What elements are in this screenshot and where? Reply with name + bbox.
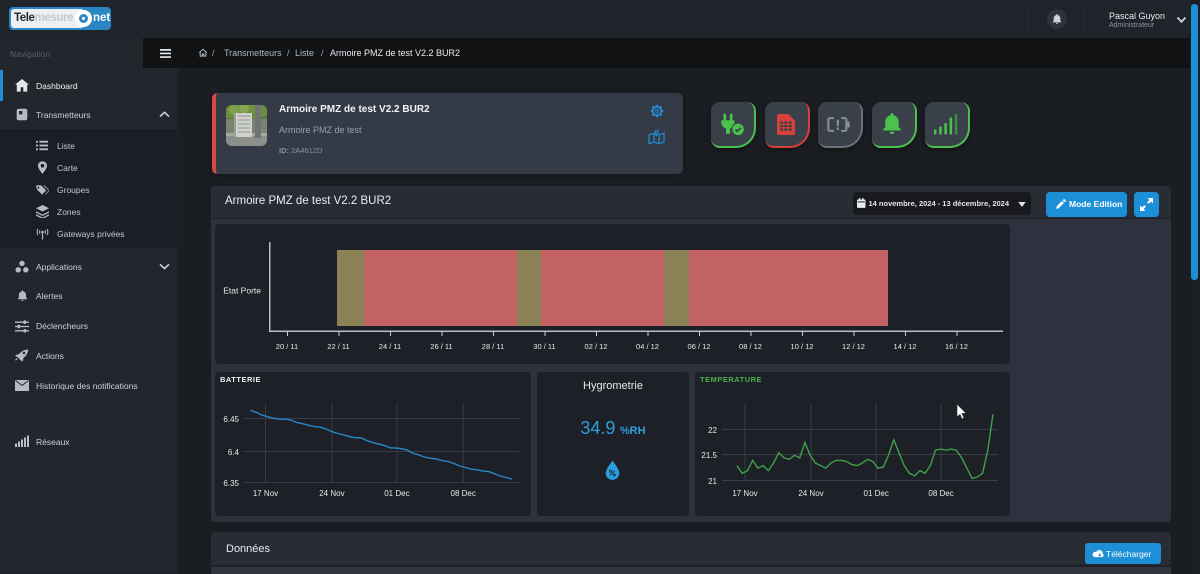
svg-text:08 Dec: 08 Dec xyxy=(451,489,476,498)
svg-text:14 / 12: 14 / 12 xyxy=(894,342,917,351)
svg-text:28 / 11: 28 / 11 xyxy=(482,342,504,351)
svg-text:10 / 12: 10 / 12 xyxy=(791,342,814,351)
svg-text:16 / 12: 16 / 12 xyxy=(945,342,968,351)
svg-text:08 / 12: 08 / 12 xyxy=(739,342,762,351)
svg-text:20 / 11: 20 / 11 xyxy=(276,342,298,351)
svg-text:21.5: 21.5 xyxy=(701,451,717,460)
svg-text:24 Nov: 24 Nov xyxy=(798,489,823,498)
svg-text:06 / 12: 06 / 12 xyxy=(688,342,711,351)
svg-text:30 / 11: 30 / 11 xyxy=(533,342,555,351)
svg-text:17 Nov: 17 Nov xyxy=(732,489,757,498)
svg-text:22: 22 xyxy=(708,426,717,435)
svg-text:26 / 11: 26 / 11 xyxy=(430,342,452,351)
svg-text:08 Dec: 08 Dec xyxy=(928,489,953,498)
svg-text:24 Nov: 24 Nov xyxy=(319,489,344,498)
svg-text:6.35: 6.35 xyxy=(223,479,239,488)
svg-text:22 / 11: 22 / 11 xyxy=(327,342,349,351)
svg-text:12 / 12: 12 / 12 xyxy=(842,342,865,351)
svg-text:BATTERIE: BATTERIE xyxy=(220,375,261,384)
svg-text:24 / 11: 24 / 11 xyxy=(379,342,401,351)
svg-text:17 Nov: 17 Nov xyxy=(253,489,278,498)
svg-text:01 Dec: 01 Dec xyxy=(864,489,889,498)
svg-text:04 / 12: 04 / 12 xyxy=(636,342,659,351)
svg-text:21: 21 xyxy=(708,477,717,486)
svg-text:6.4: 6.4 xyxy=(228,448,240,457)
svg-text:01 Dec: 01 Dec xyxy=(384,489,409,498)
svg-text:02 / 12: 02 / 12 xyxy=(585,342,608,351)
svg-text:Etat Porte: Etat Porte xyxy=(223,286,261,296)
svg-text:TEMPERATURE: TEMPERATURE xyxy=(700,375,762,384)
svg-text:6.45: 6.45 xyxy=(223,415,239,424)
